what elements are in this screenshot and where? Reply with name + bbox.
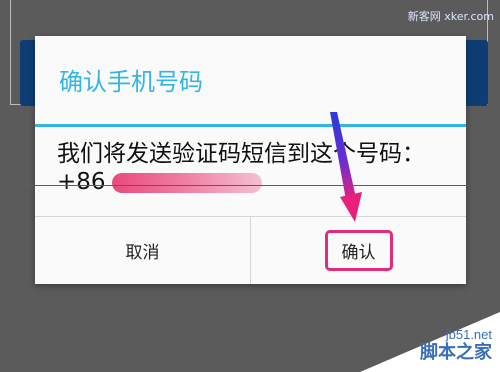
watermark-name: 脚本之家: [420, 342, 492, 363]
annotation-arrow: [330, 112, 362, 222]
arrow-head: [340, 192, 362, 222]
arrow-shaft: [330, 112, 356, 200]
